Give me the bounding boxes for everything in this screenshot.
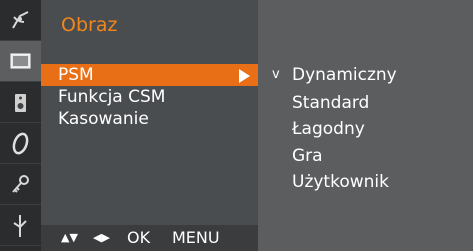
screen-icon bbox=[10, 53, 31, 69]
menu-item-psm[interactable]: PSM bbox=[41, 64, 258, 86]
navigation-hint-bar: ▲▼ ◀▶ OK MENU bbox=[41, 225, 258, 251]
arrow-right-icon bbox=[239, 69, 250, 83]
category-setup[interactable] bbox=[0, 0, 41, 41]
category-picture[interactable] bbox=[0, 41, 41, 82]
clock-icon bbox=[12, 132, 29, 155]
category-input[interactable] bbox=[0, 205, 41, 246]
updown-arrows-icon: ▲▼ bbox=[61, 231, 78, 244]
category-icon-strip bbox=[0, 0, 41, 251]
picture-menu-panel: Obraz PSM Funkcja CSM Kasowanie ▲▼ ◀▶ OK… bbox=[41, 0, 258, 251]
antenna-icon bbox=[13, 215, 27, 237]
psm-submenu-panel: v Dynamiczny Standard Łagodny Gra Użytko… bbox=[258, 0, 473, 251]
leftright-arrows-icon: ◀▶ bbox=[93, 231, 110, 244]
psm-option-user[interactable]: Użytkownik bbox=[292, 171, 389, 193]
menu-item-label: PSM bbox=[58, 65, 94, 85]
psm-option-dynamic[interactable]: Dynamiczny bbox=[292, 64, 397, 86]
satellite-dish-icon bbox=[12, 11, 29, 29]
menu-item-label: Kasowanie bbox=[58, 109, 149, 129]
tv-osd-screen: Obraz PSM Funkcja CSM Kasowanie ▲▼ ◀▶ OK… bbox=[0, 0, 473, 251]
check-mark-icon: v bbox=[272, 67, 280, 82]
menu-hint: MENU bbox=[172, 228, 220, 247]
psm-option-mild[interactable]: Łagodny bbox=[292, 118, 365, 140]
key-icon bbox=[12, 175, 29, 193]
psm-option-game[interactable]: Gra bbox=[292, 145, 323, 167]
ok-hint: OK bbox=[127, 228, 151, 247]
speaker-icon bbox=[15, 94, 26, 112]
psm-option-standard[interactable]: Standard bbox=[292, 92, 369, 114]
category-time[interactable] bbox=[0, 123, 41, 164]
menu-item-reset[interactable]: Kasowanie bbox=[41, 108, 258, 130]
category-sound[interactable] bbox=[0, 82, 41, 123]
menu-item-label: Funkcja CSM bbox=[58, 87, 166, 107]
menu-title: Obraz bbox=[61, 14, 118, 36]
category-lock[interactable] bbox=[0, 164, 41, 205]
menu-item-csm[interactable]: Funkcja CSM bbox=[41, 86, 258, 108]
